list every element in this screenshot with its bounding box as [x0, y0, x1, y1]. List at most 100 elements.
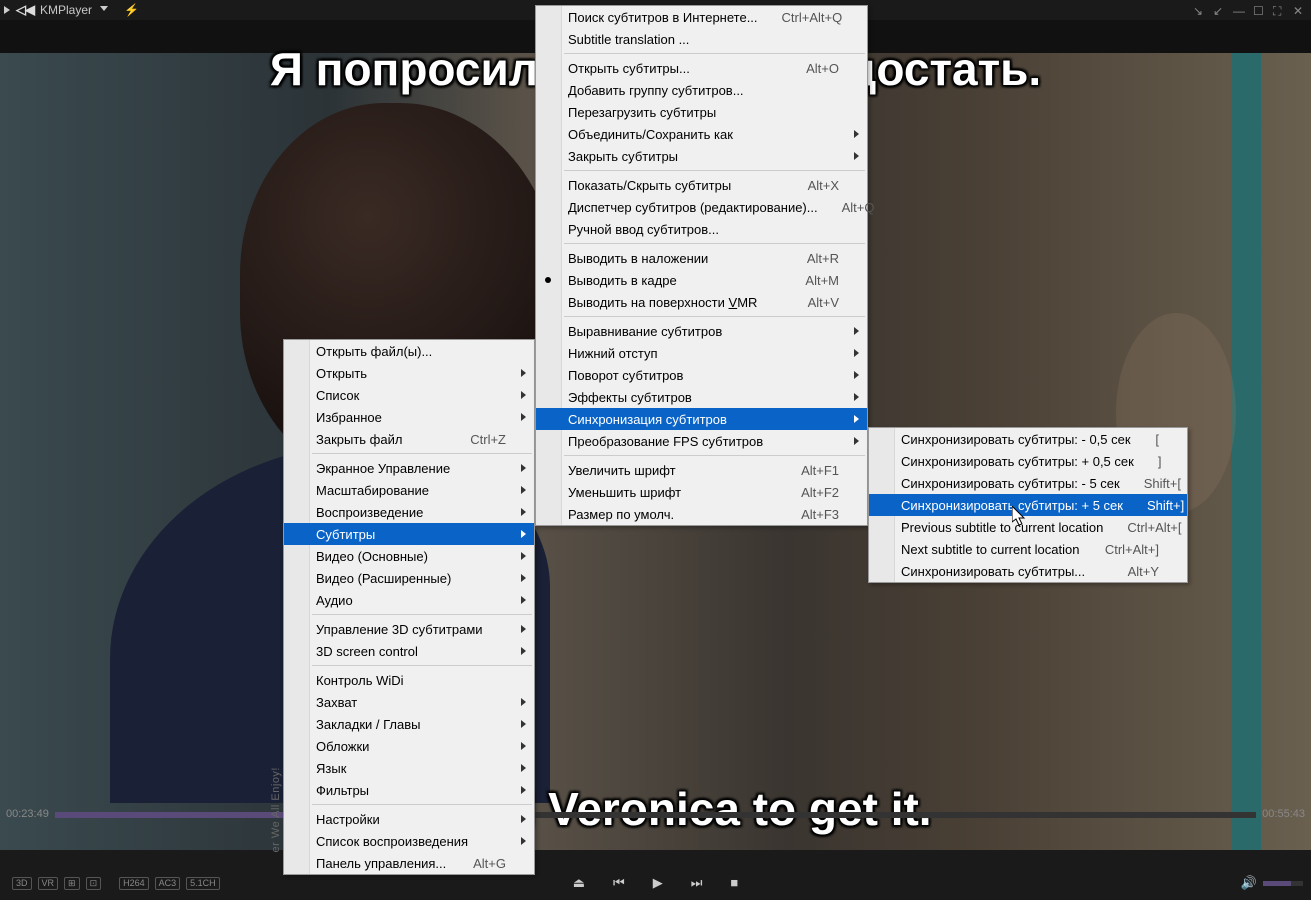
menu-item[interactable]: Открыть файл(ы)... [284, 340, 534, 362]
menu-separator [564, 455, 865, 456]
menu-item[interactable]: Next subtitle to current locationCtrl+Al… [869, 538, 1187, 560]
bg-door [1231, 53, 1261, 850]
menu-item[interactable]: Панель управления...Alt+G [284, 852, 534, 874]
menu-item[interactable]: Диспетчер субтитров (редактирование)...A… [536, 196, 867, 218]
menu-item[interactable]: Эффекты субтитров [536, 386, 867, 408]
menu-item[interactable]: Закрыть файлCtrl+Z [284, 428, 534, 450]
submenu-arrow-icon [854, 130, 859, 138]
menu-separator [312, 665, 532, 666]
menu-item[interactable]: Настройки [284, 808, 534, 830]
menu-item[interactable]: Экранное Управление [284, 457, 534, 479]
menu-item-label: Закладки / Главы [316, 717, 506, 732]
menu-item[interactable]: Язык [284, 757, 534, 779]
menu-item-shortcut: Alt+Y [1128, 564, 1159, 579]
menu-item-label: Экранное Управление [316, 461, 506, 476]
bolt-icon[interactable]: ⚡ [124, 3, 139, 17]
next-button[interactable]: ⏭ [691, 875, 703, 891]
menu-item-label: Увеличить шрифт [568, 463, 777, 478]
menu-item[interactable]: Видео (Основные) [284, 545, 534, 567]
volume-icon[interactable]: 🔊 [1241, 875, 1257, 891]
badge-grid[interactable]: ⊞ [64, 877, 80, 890]
menu-item[interactable]: Фильтры [284, 779, 534, 801]
submenu-arrow-icon [854, 152, 859, 160]
menu-item[interactable]: Поиск субтитров в Интернете...Ctrl+Alt+Q [536, 6, 867, 28]
menu-item[interactable]: Перезагрузить субтитры [536, 101, 867, 123]
submenu-arrow-icon [854, 349, 859, 357]
menu-item-label: Панель управления... [316, 856, 449, 871]
eject-button[interactable]: ⏏ [573, 875, 585, 891]
menu-item-shortcut: Alt+O [806, 61, 839, 76]
menu-item[interactable]: Управление 3D субтитрами [284, 618, 534, 640]
submenu-arrow-icon [521, 413, 526, 421]
volume-control[interactable]: 🔊 [1241, 875, 1303, 891]
menu-item-label: Открыть [316, 366, 506, 381]
menu-item[interactable]: Видео (Расширенные) [284, 567, 534, 589]
menu-item-label: Previous subtitle to current location [901, 520, 1103, 535]
volume-bar[interactable] [1263, 881, 1303, 886]
menu-item[interactable]: Нижний отступ [536, 342, 867, 364]
fullscreen-icon[interactable]: ⛶ [1273, 4, 1285, 16]
menu-item-shortcut: Ctrl+Alt+Q [782, 10, 843, 25]
minimize-icon[interactable]: — [1233, 4, 1245, 16]
menu-item[interactable]: Синхронизация субтитров [536, 408, 867, 430]
menu-item[interactable]: Previous subtitle to current locationCtr… [869, 516, 1187, 538]
dropdown-icon[interactable] [100, 6, 108, 15]
menu-item-shortcut: Shift+[ [1144, 476, 1181, 491]
menu-item[interactable]: Объединить/Сохранить как [536, 123, 867, 145]
menu-item[interactable]: Синхронизировать субтитры: + 0,5 сек] [869, 450, 1187, 472]
menu-item[interactable]: Синхронизировать субтитры: + 5 секShift+… [869, 494, 1187, 516]
menu-item-shortcut: Alt+M [805, 273, 839, 288]
menu-item[interactable]: 3D screen control [284, 640, 534, 662]
progress-bar[interactable] [55, 812, 1256, 818]
menu-item[interactable]: Синхронизировать субтитры...Alt+Y [869, 560, 1187, 582]
radio-dot-icon [545, 277, 551, 283]
menu-item[interactable]: Преобразование FPS субтитров [536, 430, 867, 452]
menu-item[interactable]: Синхронизировать субтитры: - 0,5 сек[ [869, 428, 1187, 450]
menu-item[interactable]: Показать/Скрыть субтитрыAlt+X [536, 174, 867, 196]
menu-item[interactable]: Выводить в кадреAlt+M [536, 269, 867, 291]
menu-item[interactable]: Список [284, 384, 534, 406]
menu-item[interactable]: Синхронизировать субтитры: - 5 секShift+… [869, 472, 1187, 494]
menu-item[interactable]: Контроль WiDi [284, 669, 534, 691]
menu-item-shortcut: [ [1155, 432, 1159, 447]
badge-vr[interactable]: VR [38, 877, 59, 890]
badge-box[interactable]: ⊡ [86, 877, 102, 890]
menu-item[interactable]: Захват [284, 691, 534, 713]
menu-item[interactable]: Открыть субтитры...Alt+O [536, 57, 867, 79]
menu-item[interactable]: Масштабирование [284, 479, 534, 501]
close-icon[interactable]: ✕ [1293, 4, 1305, 16]
menu-item[interactable]: Обложки [284, 735, 534, 757]
menu-item-label: 3D screen control [316, 644, 506, 659]
menu-item[interactable]: Уменьшить шрифтAlt+F2 [536, 481, 867, 503]
menu-item[interactable]: Список воспроизведения [284, 830, 534, 852]
submenu-arrow-icon [854, 371, 859, 379]
badge-channels: 5.1CH [186, 877, 220, 890]
menu-item[interactable]: Избранное [284, 406, 534, 428]
stop-button[interactable]: ■ [730, 875, 738, 891]
compact-icon[interactable]: ↙ [1213, 4, 1225, 16]
menu-item[interactable]: Закрыть субтитры [536, 145, 867, 167]
badge-3d[interactable]: 3D [12, 877, 32, 890]
pin-icon[interactable]: ↘ [1193, 4, 1205, 16]
menu-item[interactable]: Ручной ввод субтитров... [536, 218, 867, 240]
app-name: KMPlayer [40, 3, 92, 17]
menu-item[interactable]: Увеличить шрифтAlt+F1 [536, 459, 867, 481]
menu-item[interactable]: Размер по умолч.Alt+F3 [536, 503, 867, 525]
menu-item[interactable]: Добавить группу субтитров... [536, 79, 867, 101]
menu-item[interactable]: Воспроизведение [284, 501, 534, 523]
menu-item[interactable]: Субтитры [284, 523, 534, 545]
menu-item[interactable]: Выводить на поверхности VMRAlt+V [536, 291, 867, 313]
menu-item[interactable]: Выводить в наложенииAlt+R [536, 247, 867, 269]
menu-item[interactable]: Subtitle translation ... [536, 28, 867, 50]
maximize-icon[interactable]: ☐ [1253, 4, 1265, 16]
menu-item-label: Ручной ввод субтитров... [568, 222, 839, 237]
play-button[interactable]: ▶ [653, 875, 663, 891]
menu-item[interactable]: Аудио [284, 589, 534, 611]
menu-item-label: Показать/Скрыть субтитры [568, 178, 784, 193]
menu-item[interactable]: Открыть [284, 362, 534, 384]
menu-item[interactable]: Выравнивание субтитров [536, 320, 867, 342]
menu-item[interactable]: Закладки / Главы [284, 713, 534, 735]
prev-button[interactable]: ⏮ [613, 875, 625, 891]
time-elapsed: 00:23:49 [6, 808, 49, 820]
menu-item[interactable]: Поворот субтитров [536, 364, 867, 386]
